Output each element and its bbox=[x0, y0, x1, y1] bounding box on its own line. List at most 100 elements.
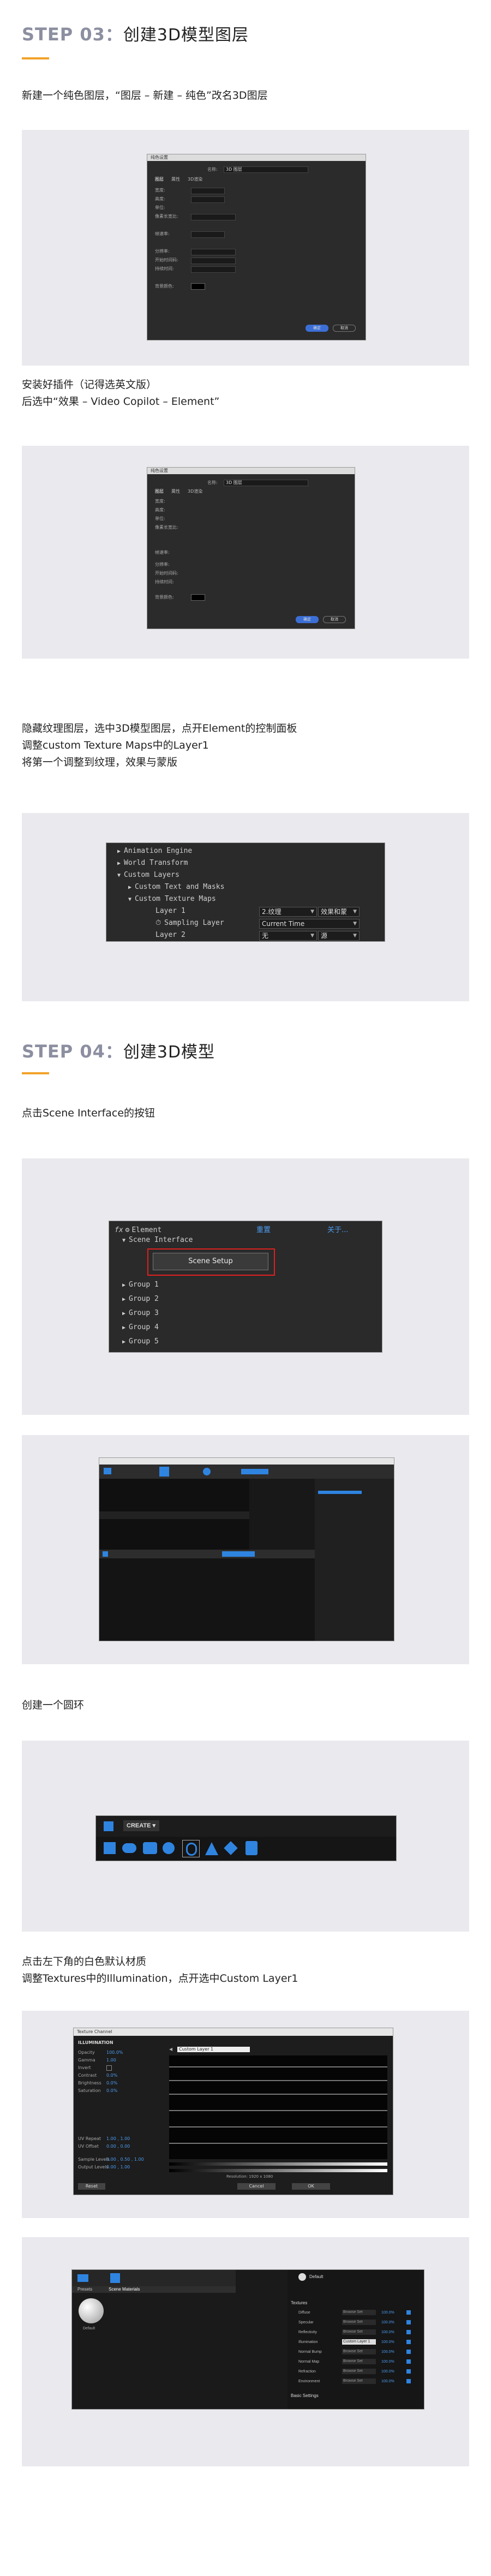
texture-enable-checkbox[interactable] bbox=[406, 2350, 411, 2354]
tree-row[interactable]: ▶ Group 2 bbox=[122, 1294, 159, 1304]
texture-amount[interactable]: 100.0% bbox=[381, 2340, 394, 2344]
texture-enable-checkbox[interactable] bbox=[406, 2330, 411, 2334]
layer2-select[interactable]: 无 ▼ bbox=[259, 931, 317, 941]
texture-amount[interactable]: 100.0% bbox=[381, 2350, 394, 2354]
cylinder-icon[interactable] bbox=[143, 1842, 157, 1854]
cube-icon[interactable] bbox=[99, 1818, 119, 1834]
param-value[interactable]: 1.00 bbox=[106, 2058, 116, 2063]
texture-amount[interactable]: 100.0% bbox=[381, 2380, 394, 2383]
layer1-source-select[interactable]: 效果和蒙 ▼ bbox=[318, 907, 360, 917]
diamond-icon[interactable] bbox=[224, 1841, 238, 1855]
texture-layer-field[interactable]: Browse Set bbox=[342, 2310, 376, 2315]
tree-row[interactable]: ▶ Custom Text and Masks bbox=[128, 882, 224, 892]
layer1-select[interactable]: 2.纹理 ▼ bbox=[259, 907, 317, 917]
texture-layer-field[interactable]: Browse Set bbox=[342, 2349, 376, 2354]
texture-amount[interactable]: 100.0% bbox=[381, 2321, 394, 2324]
fps-field[interactable] bbox=[191, 231, 225, 238]
start-field[interactable] bbox=[191, 258, 236, 264]
resolution-field[interactable] bbox=[191, 249, 236, 255]
reset-button[interactable]: Reset bbox=[78, 2183, 105, 2190]
texture-row[interactable]: Normal Map Browse Set 100.0% bbox=[288, 2358, 424, 2366]
texture-layer-field[interactable]: Browse Set bbox=[342, 2329, 376, 2335]
param-value[interactable]: 0.0% bbox=[106, 2073, 117, 2078]
texture-row[interactable]: Reflectivity Browse Set 100.0% bbox=[288, 2329, 424, 2336]
param-value[interactable]: 0.00 , 0.50 , 1.00 bbox=[106, 2157, 144, 2162]
tab-presets[interactable]: Presets bbox=[77, 2287, 92, 2292]
texture-layer-field[interactable]: Browse Set bbox=[342, 2369, 376, 2374]
tree-row[interactable]: ▶ World Transform bbox=[117, 858, 188, 868]
add-icon[interactable] bbox=[110, 2273, 120, 2283]
create-dropdown[interactable]: CREATE ▾ bbox=[123, 1820, 159, 1831]
ok-button[interactable]: 确定 bbox=[306, 325, 328, 332]
texture-layer-field[interactable]: Browse Set bbox=[342, 2359, 376, 2364]
selected-row[interactable] bbox=[318, 1491, 362, 1494]
texture-enable-checkbox[interactable] bbox=[406, 2359, 411, 2364]
texture-row[interactable]: Illumination Custom Layer 1 100.0% bbox=[288, 2339, 424, 2346]
tree-row[interactable]: ▶ Group 4 bbox=[122, 1323, 159, 1332]
tab-props[interactable]: 属性 bbox=[171, 489, 180, 494]
texture-amount[interactable]: 100.0% bbox=[381, 2370, 394, 2374]
texture-amount[interactable]: 100.0% bbox=[381, 2311, 394, 2315]
texture-row[interactable]: Specular Browse Set 100.0% bbox=[288, 2319, 424, 2327]
capsule-icon[interactable] bbox=[122, 1843, 136, 1853]
folder-icon[interactable] bbox=[104, 1468, 111, 1474]
tab-scene-materials[interactable]: Scene Materials bbox=[109, 2287, 140, 2292]
layer-dropdown[interactable]: Custom Layer 1 bbox=[177, 2047, 250, 2052]
arrow-left-icon[interactable]: ◀ bbox=[169, 2047, 173, 2052]
default-material-ball[interactable] bbox=[79, 2298, 104, 2323]
tab-layer[interactable]: 图层 bbox=[155, 177, 164, 182]
param-value[interactable]: 100.0% bbox=[106, 2050, 123, 2055]
cancel-button[interactable]: 取消 bbox=[333, 325, 356, 332]
sphere-icon[interactable] bbox=[203, 1468, 211, 1475]
layer2-source-select[interactable]: 源 ▼ bbox=[318, 931, 360, 941]
about-link[interactable]: 关于... bbox=[327, 1226, 348, 1235]
texture-amount[interactable]: 100.0% bbox=[381, 2330, 394, 2334]
param-value[interactable]: 0.0% bbox=[106, 2088, 117, 2093]
bg-color-swatch[interactable] bbox=[191, 594, 205, 601]
sample-gradient[interactable] bbox=[169, 2162, 387, 2166]
duration-field[interactable] bbox=[191, 266, 236, 273]
texture-enable-checkbox[interactable] bbox=[406, 2369, 411, 2374]
name-field[interactable]: 3D 图层 bbox=[224, 166, 308, 173]
torus-selected-frame[interactable] bbox=[182, 1840, 200, 1857]
texture-layer-field[interactable]: Custom Layer 1 bbox=[342, 2339, 376, 2345]
tab-props[interactable]: 属性 bbox=[171, 177, 180, 182]
tree-row[interactable]: ▶ Animation Engine bbox=[117, 846, 192, 856]
texture-row[interactable]: Diffuse Browse Set 100.0% bbox=[288, 2309, 424, 2317]
sphere-primitive-icon[interactable] bbox=[163, 1842, 175, 1854]
aspect-field[interactable] bbox=[191, 214, 236, 220]
material-icon[interactable] bbox=[103, 1551, 108, 1557]
param-value[interactable]: 0.0% bbox=[106, 2081, 117, 2085]
texture-layer-field[interactable]: Browse Set bbox=[342, 2320, 376, 2325]
tube-icon[interactable] bbox=[246, 1841, 258, 1855]
texture-row[interactable]: Refraction Browse Set 100.0% bbox=[288, 2368, 424, 2376]
texture-enable-checkbox[interactable] bbox=[406, 2379, 411, 2383]
preview-viewport[interactable] bbox=[99, 1479, 249, 1550]
cone-icon[interactable] bbox=[205, 1842, 218, 1855]
invert-checkbox[interactable] bbox=[106, 2065, 112, 2071]
cancel-button[interactable]: Cancel bbox=[237, 2183, 276, 2190]
tab-3d[interactable]: 3D渲染 bbox=[188, 177, 202, 182]
ok-button[interactable]: 确定 bbox=[296, 616, 319, 623]
tab-active[interactable] bbox=[241, 1469, 268, 1474]
tree-row[interactable]: ▼ Custom Layers bbox=[117, 870, 179, 880]
height-field[interactable] bbox=[191, 196, 225, 203]
name-field[interactable]: 3D 图层 bbox=[224, 480, 308, 486]
texture-enable-checkbox[interactable] bbox=[406, 2310, 411, 2315]
texture-amount[interactable]: 100.0% bbox=[381, 2360, 394, 2364]
sampling-select[interactable]: Current Time ▼ bbox=[259, 919, 360, 929]
param-value[interactable]: 1.00 , 1.00 bbox=[106, 2136, 130, 2141]
output-gradient[interactable] bbox=[169, 2169, 387, 2172]
tree-row[interactable]: ▼ Custom Texture Maps bbox=[128, 894, 216, 904]
add-icon[interactable] bbox=[159, 1467, 169, 1477]
width-field[interactable] bbox=[191, 188, 225, 194]
texture-enable-checkbox[interactable] bbox=[406, 2320, 411, 2324]
bg-color-swatch[interactable] bbox=[191, 283, 205, 290]
param-value[interactable]: 0.00 , 1.00 bbox=[106, 2165, 130, 2169]
texture-layer-field[interactable]: Browse Set bbox=[342, 2378, 376, 2384]
tree-row[interactable]: ▼ Scene Interface bbox=[122, 1235, 193, 1245]
cancel-button[interactable]: 取消 bbox=[323, 616, 346, 623]
tree-row[interactable]: ▶ Group 3 bbox=[122, 1308, 159, 1318]
tree-row[interactable]: ▶ Group 5 bbox=[122, 1337, 159, 1347]
tree-row[interactable]: ▶ Group 1 bbox=[122, 1280, 159, 1290]
